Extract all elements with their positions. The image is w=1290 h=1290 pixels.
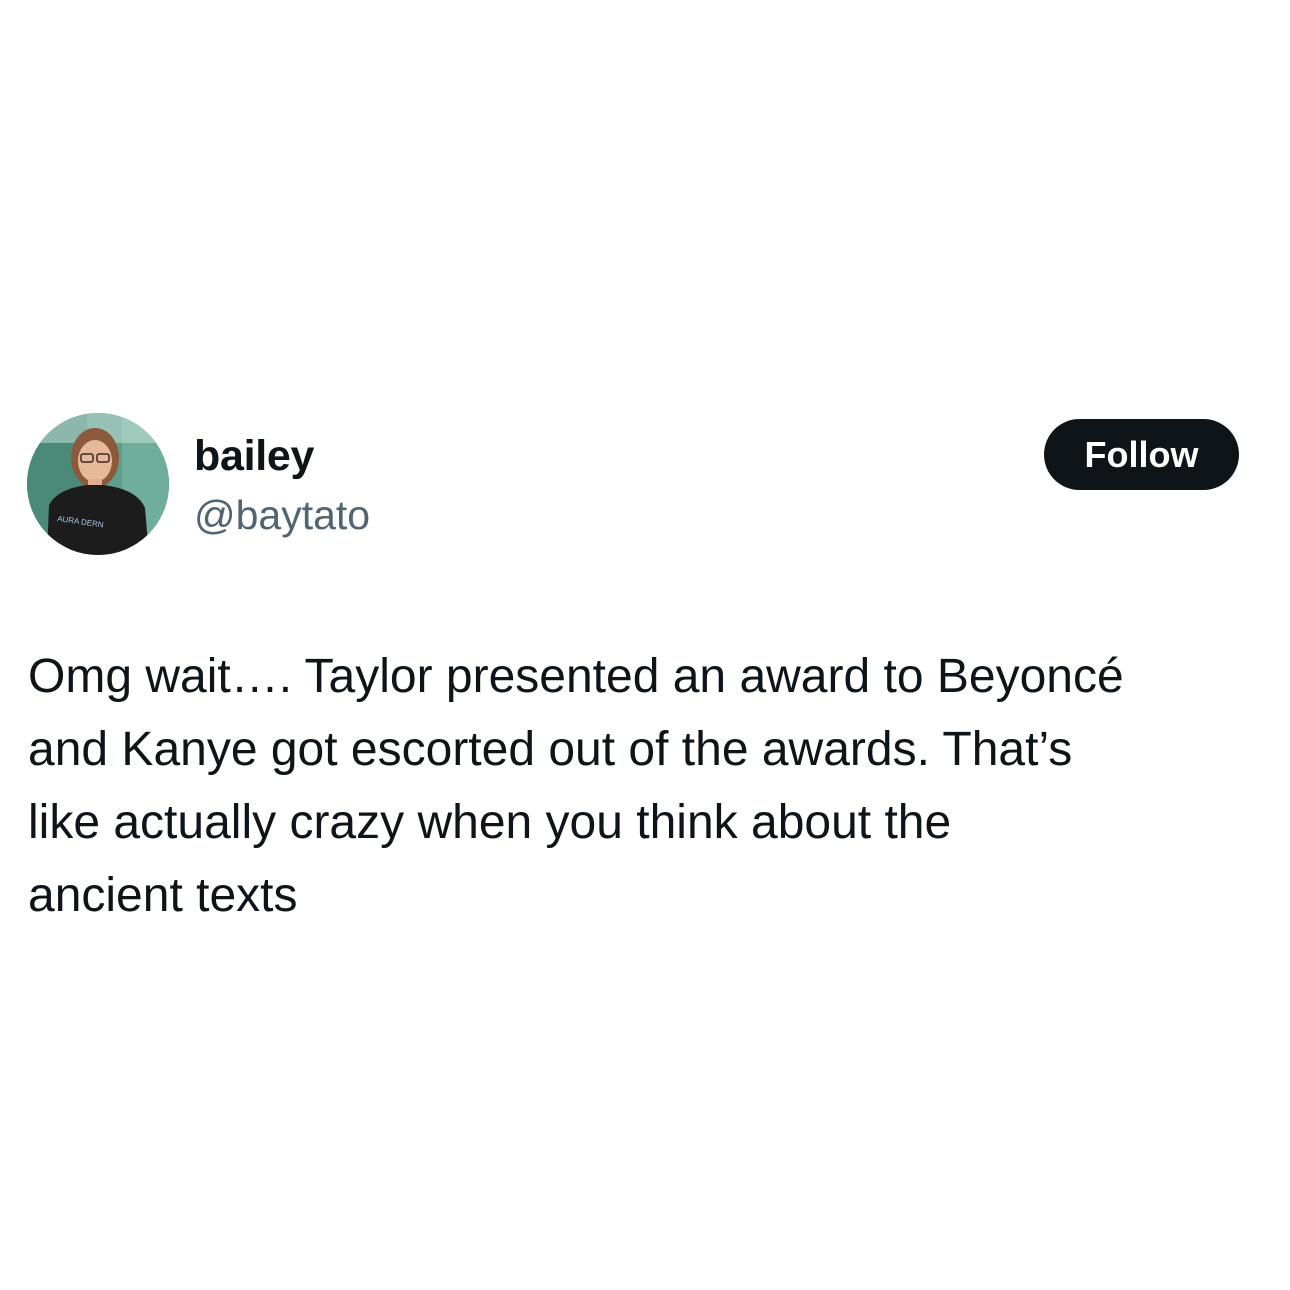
author-handle[interactable]: @baytato xyxy=(194,491,370,539)
tweet-text: Omg wait…. Taylor presented an award to … xyxy=(28,640,1268,932)
author-display-name[interactable]: bailey xyxy=(194,431,314,481)
tweet-text-line: like actually crazy when you think about… xyxy=(28,796,952,849)
tweet-card: AURA DERN bailey @baytato Follow Omg wai… xyxy=(0,0,1290,1290)
tweet-text-line: ancient texts xyxy=(28,869,298,922)
avatar-photo: AURA DERN xyxy=(27,413,169,555)
follow-button[interactable]: Follow xyxy=(1044,419,1239,490)
tweet-text-line: Omg wait…. Taylor presented an award to … xyxy=(28,650,1124,703)
avatar[interactable]: AURA DERN xyxy=(27,413,169,555)
tweet-text-line: and Kanye got escorted out of the awards… xyxy=(28,723,1073,776)
